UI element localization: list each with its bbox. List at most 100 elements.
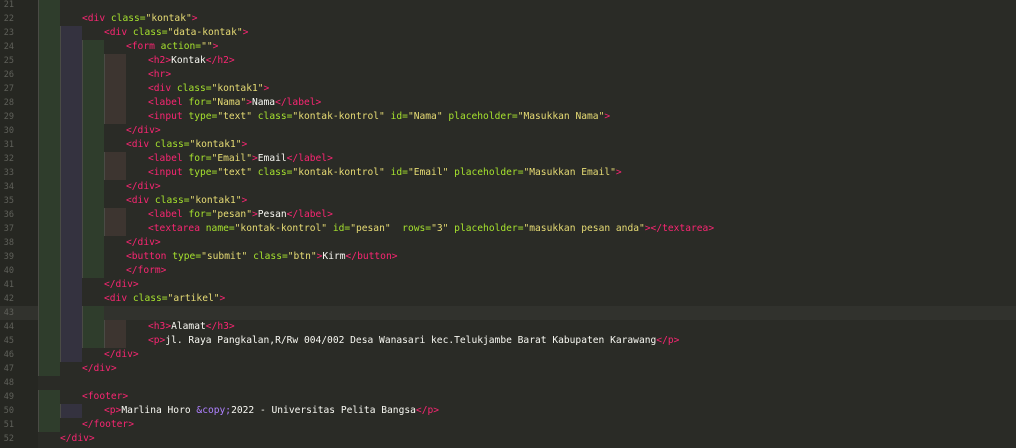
code-text: </footer> [82,418,134,432]
code-token: Marlina Horo [121,405,197,416]
code-line[interactable]: 31 <div class="kontak1"> [0,138,1016,152]
code-line[interactable]: 32 <label for="Email">Email</label> [0,152,1016,166]
code-token: "masukkan pesan anda" [523,223,645,234]
code-token: type= [188,167,218,178]
code-line[interactable]: 42 <div class="artikel"> [0,292,1016,306]
code-line[interactable]: 49 <footer> [0,390,1016,404]
code-text: <input type="text" class="kontak-kontrol… [148,166,622,180]
code-token: id= [332,223,351,234]
code-text: <div class="kontak"> [82,12,198,26]
code-line[interactable]: 47 </div> [0,362,1016,376]
indent-guide [104,96,126,110]
line-number: 47 [3,364,14,374]
code-token: </footer> [82,419,134,430]
indent-guide [82,264,104,278]
code-token: > [219,293,226,304]
code-line[interactable]: 40 </form> [0,264,1016,278]
code-line[interactable]: 23 <div class="data-kontak"> [0,26,1016,40]
code-text: <div class="kontak1"> [148,82,269,96]
code-text: </div> [126,124,161,138]
indent-guide [38,278,60,292]
indent-guide [82,334,104,348]
line-number: 28 [3,98,14,108]
code-text: <button type="submit" class="btn">Kirm</… [126,250,398,264]
code-line[interactable]: 34 </div> [0,180,1016,194]
code-line[interactable]: 29 <input type="text" class="kontak-kontr… [0,110,1016,124]
code-token: > [604,111,611,122]
code-token: "kontak1" [189,139,242,150]
code-text: </div> [126,180,161,194]
code-text: <div class="kontak1"> [126,194,247,208]
code-line[interactable]: 25 <h2>Kontak</h2> [0,54,1016,68]
indent-guide [38,68,60,82]
indent-guide [60,250,82,264]
indent-guide [60,264,82,278]
indent-guide [60,68,82,82]
code-line[interactable]: 41 </div> [0,278,1016,292]
code-line[interactable]: 51 </footer> [0,418,1016,432]
indent-guide [38,82,60,96]
code-token: <div [148,83,177,94]
line-number: 33 [3,168,14,178]
code-token: class= [176,83,212,94]
code-token: "data-kontak" [167,27,243,38]
code-token: </label> [286,209,333,220]
code-text: <hr> [148,68,171,82]
code-token: "kontak-kontrol" [234,223,333,234]
indent-guide [82,236,104,250]
code-token: > [615,167,622,178]
code-line[interactable]: 38 </div> [0,236,1016,250]
indent-guide [60,138,82,152]
indent-guide [82,82,104,96]
code-token: Pesan [257,209,287,220]
code-line[interactable]: 30 </div> [0,124,1016,138]
code-line[interactable]: 28 <label for="Nama">Nama</label> [0,96,1016,110]
code-editor[interactable]: 21 22 <div class="kontak"> 23 <div class="da… [0,0,1016,448]
code-token: ></textarea> [644,223,715,234]
code-token: placeholder= [454,223,524,234]
code-line[interactable]: 50 <p>Marlina Horo &copy;2022 - Universit… [0,404,1016,418]
code-line[interactable]: 36 <label for="pesan">Pesan</label> [0,208,1016,222]
line-number: 36 [3,210,14,220]
code-token: "Nama" [407,111,449,122]
code-token: placeholder= [448,111,518,122]
code-line[interactable]: 27 <div class="kontak1"> [0,82,1016,96]
code-line[interactable]: 45 <p>jl. Raya Pangkalan,R/Rw 004/002 Des… [0,334,1016,348]
code-text: <h2>Kontak</h2> [148,54,235,68]
code-token: </label> [286,153,333,164]
indent-guide [38,222,60,236]
code-line[interactable]: 43 [0,306,1016,320]
code-line[interactable]: 33 <input type="text" class="kontak-kontr… [0,166,1016,180]
indent-guide [38,236,60,250]
indent-guide [82,320,104,334]
code-token: rows= [402,223,432,234]
code-line[interactable]: 35 <div class="kontak1"> [0,194,1016,208]
code-token: <h3> [148,321,172,332]
code-line[interactable]: 48 [0,376,1016,390]
code-line[interactable]: 24 <form action=""> [0,40,1016,54]
code-line[interactable]: 21 [0,0,1016,12]
code-token: <form [126,41,161,52]
code-line[interactable]: 52 </div> [0,432,1016,446]
code-token: > [241,139,248,150]
code-line[interactable]: 26 <hr> [0,68,1016,82]
code-line[interactable]: 44 <h3>Alamat</h3> [0,320,1016,334]
code-token: </label> [275,97,322,108]
indent-guide [82,180,104,194]
code-line[interactable]: 46 </div> [0,348,1016,362]
code-token: class= [257,167,293,178]
code-token: Kirm [322,251,346,262]
line-number: 32 [3,154,14,164]
code-line[interactable]: 22 <div class="kontak"> [0,12,1016,26]
indent-guide [38,208,60,222]
code-line[interactable]: 37 <textarea name="kontak-kontrol" id="pe… [0,222,1016,236]
code-token: "Email" [407,167,455,178]
indent-guide [38,124,60,138]
code-token: <div [104,27,133,38]
code-token: for= [188,209,212,220]
code-line[interactable]: 39 <button type="submit" class="btn">Kirm… [0,250,1016,264]
code-token: Nama [251,97,276,108]
indent-guide [104,320,126,334]
code-token: "artikel" [167,293,220,304]
code-token: </div> [126,237,161,248]
